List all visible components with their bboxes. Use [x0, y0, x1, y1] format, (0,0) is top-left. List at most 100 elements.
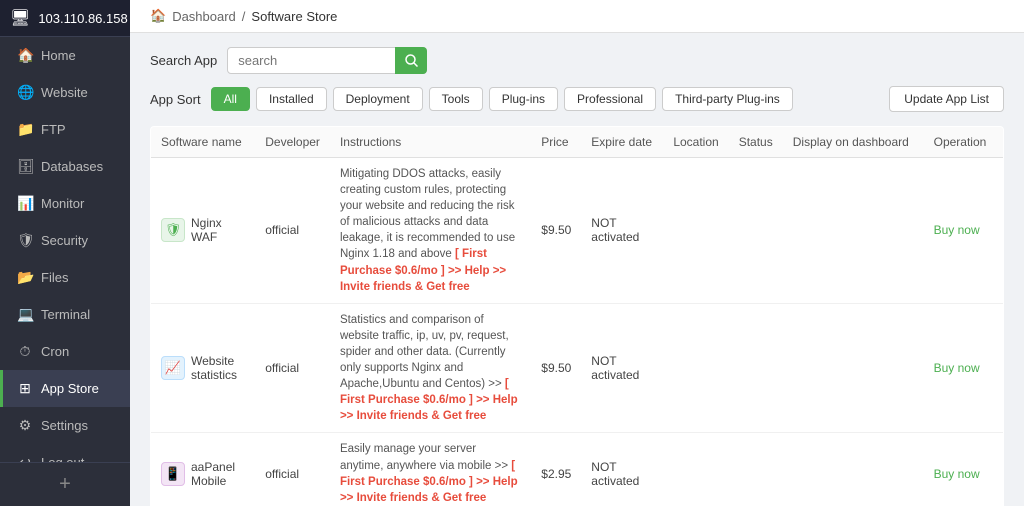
logout-icon: ↩: [17, 454, 33, 462]
buy-now-button[interactable]: Buy now: [934, 467, 980, 481]
sidebar-item-label: Files: [41, 270, 68, 285]
website-icon: 🌐: [17, 84, 33, 101]
breadcrumb-home: Dashboard: [172, 9, 236, 24]
sidebar-item-ftp[interactable]: 📁 FTP: [0, 111, 130, 148]
nginx-waf-icon: 🛡: [161, 218, 185, 242]
app-instructions: Statistics and comparison of website tra…: [330, 303, 531, 433]
app-developer: official: [255, 433, 330, 506]
add-button[interactable]: +: [0, 462, 130, 506]
files-icon: 📂: [17, 269, 33, 286]
breadcrumb-home-icon: 🏠: [150, 8, 166, 24]
col-header-operation: Operation: [924, 127, 1004, 158]
databases-icon: 🗄: [17, 158, 33, 175]
monitor-icon: 🖥: [10, 8, 30, 28]
filter-btn-all[interactable]: All: [211, 87, 250, 111]
sidebar-item-website[interactable]: 🌐 Website: [0, 74, 130, 111]
filter-btn-installed[interactable]: Installed: [256, 87, 327, 111]
app-status: [729, 158, 783, 304]
app-instructions: Easily manage your server anytime, anywh…: [330, 433, 531, 506]
buy-now-button[interactable]: Buy now: [934, 361, 980, 375]
sidebar-item-logout[interactable]: ↩ Log out: [0, 444, 130, 462]
col-header-expire: Expire date: [581, 127, 663, 158]
col-header-instructions: Instructions: [330, 127, 531, 158]
app-dashboard: [783, 433, 924, 506]
app-location: [663, 433, 728, 506]
app-developer: official: [255, 158, 330, 304]
col-header-price: Price: [531, 127, 581, 158]
sidebar-item-monitor[interactable]: 📊 Monitor: [0, 185, 130, 222]
filter-label: App Sort: [150, 92, 201, 107]
sidebar-item-label: Settings: [41, 418, 88, 433]
sidebar: 🖥 103.110.86.158 0 🏠 Home 🌐 Website 📁 FT…: [0, 0, 130, 506]
appstore-icon: ⊞: [17, 380, 33, 397]
filter-btn-deployment[interactable]: Deployment: [333, 87, 423, 111]
aapanel-icon: 📱: [161, 462, 185, 486]
sidebar-item-label: Monitor: [41, 196, 84, 211]
instructions-text: Mitigating DDOS attacks, easily creating…: [340, 168, 515, 260]
search-button[interactable]: [395, 47, 427, 74]
col-header-developer: Developer: [255, 127, 330, 158]
app-price: $2.95: [531, 433, 581, 506]
app-name-cell: 📱 aaPanel Mobile: [151, 433, 256, 506]
sidebar-item-home[interactable]: 🏠 Home: [0, 37, 130, 74]
app-status: [729, 303, 783, 433]
col-header-dashboard: Display on dashboard: [783, 127, 924, 158]
app-expire: NOT activated: [581, 158, 663, 304]
buy-now-button[interactable]: Buy now: [934, 223, 980, 237]
sidebar-item-label: App Store: [41, 381, 99, 396]
sidebar-item-appstore[interactable]: ⊞ App Store: [0, 370, 130, 407]
sidebar-item-label: Databases: [41, 159, 103, 174]
sidebar-item-cron[interactable]: ⏱ Cron: [0, 333, 130, 370]
sidebar-item-security[interactable]: 🛡 Security: [0, 222, 130, 259]
col-header-name: Software name: [151, 127, 256, 158]
app-name-cell: 🛡 Nginx WAF: [151, 158, 256, 304]
sidebar-item-label: Security: [41, 233, 88, 248]
sidebar-item-label: Cron: [41, 344, 69, 359]
filter-btn-tools[interactable]: Tools: [429, 87, 483, 111]
app-price: $9.50: [531, 158, 581, 304]
sidebar-item-files[interactable]: 📂 Files: [0, 259, 130, 296]
sidebar-item-settings[interactable]: ⚙ Settings: [0, 407, 130, 444]
breadcrumb-separator: /: [242, 9, 246, 24]
terminal-icon: 💻: [17, 306, 33, 323]
sidebar-item-label: Terminal: [41, 307, 90, 322]
filter-btn-third-party[interactable]: Third-party Plug-ins: [662, 87, 793, 111]
table-row: 📱 aaPanel Mobile official Easily manage …: [151, 433, 1004, 506]
website-stats-icon: 📈: [161, 356, 185, 380]
instructions-text: Easily manage your server anytime, anywh…: [340, 443, 508, 471]
sidebar-item-label: FTP: [41, 122, 66, 137]
search-input-wrap: [227, 47, 427, 74]
app-instructions: Mitigating DDOS attacks, easily creating…: [330, 158, 531, 304]
sidebar-item-databases[interactable]: 🗄 Databases: [0, 148, 130, 185]
col-header-location: Location: [663, 127, 728, 158]
update-app-list-button[interactable]: Update App List: [889, 86, 1004, 112]
settings-icon: ⚙: [17, 417, 33, 434]
filter-btn-professional[interactable]: Professional: [564, 87, 656, 111]
app-location: [663, 158, 728, 304]
security-icon: 🛡: [17, 232, 33, 249]
instructions-text: Statistics and comparison of website tra…: [340, 314, 509, 390]
app-location: [663, 303, 728, 433]
sidebar-item-label: Home: [41, 48, 76, 63]
app-developer: official: [255, 303, 330, 433]
breadcrumb: 🏠 Dashboard / Software Store: [130, 0, 1024, 33]
app-status: [729, 433, 783, 506]
app-name-cell: 📈 Website statistics: [151, 303, 256, 433]
filter-btn-plugins[interactable]: Plug-ins: [489, 87, 558, 111]
app-dashboard: [783, 303, 924, 433]
server-ip: 103.110.86.158: [38, 11, 127, 26]
monitor-nav-icon: 📊: [17, 195, 33, 212]
sidebar-item-label: Log out: [41, 455, 84, 462]
app-price: $9.50: [531, 303, 581, 433]
table-row: 🛡 Nginx WAF official Mitigating DDOS att…: [151, 158, 1004, 304]
sidebar-nav: 🏠 Home 🌐 Website 📁 FTP 🗄 Databases 📊 Mon…: [0, 37, 130, 462]
search-icon: [405, 54, 418, 67]
app-name: aaPanel Mobile: [191, 460, 245, 488]
search-row: Search App: [150, 47, 1004, 74]
table-row: 📈 Website statistics official Statistics…: [151, 303, 1004, 433]
content-area: Search App App Sort All Installed Deploy…: [130, 33, 1024, 506]
sidebar-item-terminal[interactable]: 💻 Terminal: [0, 296, 130, 333]
breadcrumb-current: Software Store: [251, 9, 337, 24]
app-dashboard: [783, 158, 924, 304]
app-expire: NOT activated: [581, 303, 663, 433]
